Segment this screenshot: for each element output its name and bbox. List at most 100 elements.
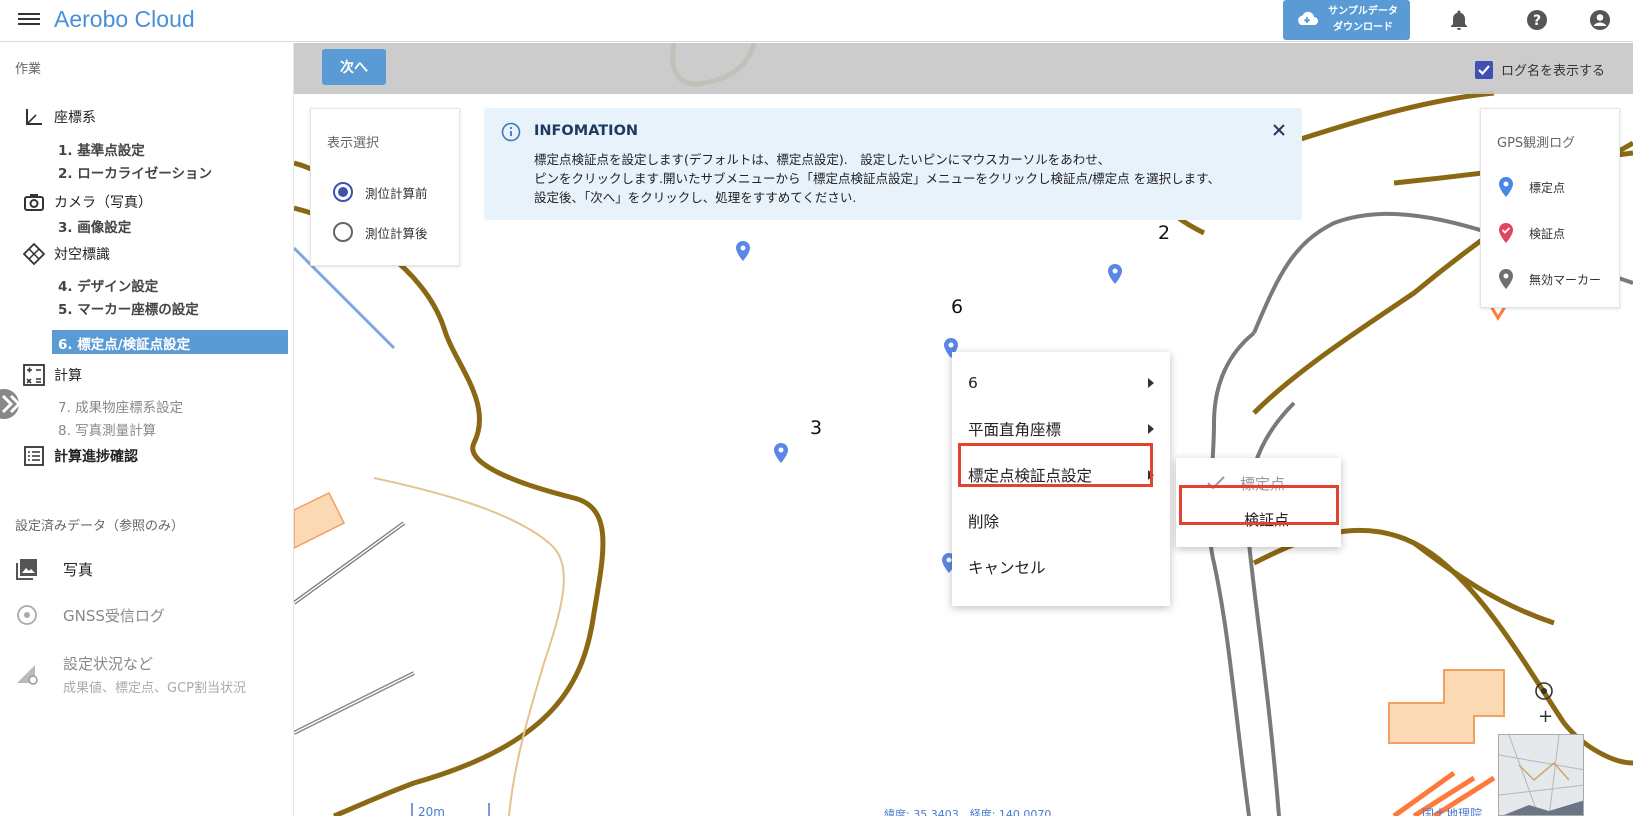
sidebar-coord-label: 座標系 — [54, 110, 96, 126]
collapse-double-chevron-icon[interactable] — [0, 388, 30, 420]
info-line-1: 標定点検証点を設定します(デフォルトは、標定点設定). 設定したいピンにマウスカ… — [534, 152, 1111, 167]
radio-before-label: 測位計算前 — [365, 185, 428, 201]
menu-item-cancel[interactable]: キャンセル — [952, 544, 1170, 590]
longitude-readout: 経度: 140.0070 — [969, 808, 1052, 816]
radio-selected-icon — [333, 182, 353, 202]
show-log-name-label: ログ名を表示する — [1501, 64, 1606, 79]
gps-legend-gcp: 標定点 — [1499, 177, 1565, 197]
sidebar-status-label: 設定状況など — [63, 655, 154, 673]
bell-icon[interactable] — [1447, 8, 1471, 32]
sidebar-item-photo[interactable]: 写真 — [15, 557, 93, 581]
pin-label-6: 6 — [951, 296, 964, 318]
info-banner: INFOMATION 標定点検証点を設定します(デフォルトは、標定点設定). 設… — [484, 108, 1302, 220]
menu-item-plane-coords[interactable]: 平面直角座標 — [952, 406, 1170, 452]
sidebar-status-sub: 成果値、標定点、GCP割当状況 — [63, 681, 246, 696]
radio-before-calc[interactable]: 測位計算前 — [333, 182, 428, 202]
chevron-right-icon — [1148, 424, 1154, 434]
minimap[interactable] — [1498, 734, 1584, 816]
info-icon — [501, 122, 521, 142]
hamburger-menu-icon[interactable] — [18, 10, 40, 30]
menu-item-point-name[interactable]: 6 — [952, 360, 1170, 406]
menu-item-delete-label: 削除 — [968, 513, 1000, 531]
sidebar-item-design[interactable]: 4. デザイン設定 — [58, 275, 158, 295]
gps-legend-gcp-label: 標定点 — [1529, 180, 1566, 195]
scale-label: 20m — [418, 805, 445, 816]
gps-legend-invalid-label: 無効マーカー — [1529, 272, 1602, 287]
gps-log-title: GPS観測ログ — [1497, 136, 1576, 151]
submenu: 標定点 検証点 — [1176, 458, 1341, 547]
menu-item-gcp-check-setting[interactable]: 標定点検証点設定 — [952, 452, 1170, 498]
menu-item-cancel-label: キャンセル — [968, 559, 1046, 577]
close-icon[interactable] — [1270, 121, 1288, 139]
sidebar-item-camera[interactable]: カメラ（写真） — [22, 190, 152, 214]
next-button[interactable]: 次へ — [322, 49, 386, 85]
gps-legend-invalid: 無効マーカー — [1499, 269, 1601, 289]
sidebar-item-base-point[interactable]: 1. 基準点設定 — [58, 139, 145, 159]
gray-pin-icon — [1499, 269, 1513, 289]
sample-data-download-button[interactable]: サンプルデータ ダウンロード — [1283, 0, 1410, 40]
lat-label: 緯度: 35.3403 経度: 140.0070 — [884, 806, 1051, 816]
show-log-name-checkbox[interactable]: ログ名を表示する — [1475, 60, 1605, 79]
map-canvas[interactable]: 次へ ログ名を表示する 1 2 6 3 表示選択 測位計算前 測位計算後 INF… — [294, 43, 1633, 816]
radio-unselected-icon — [333, 222, 353, 242]
sidebar-item-marker-coords[interactable]: 5. マーカー座標の設定 — [58, 298, 199, 318]
sidebar-progress-label: 計算進捗確認 — [54, 449, 138, 465]
sidebar-item-localization[interactable]: 2. ローカライゼーション — [58, 162, 212, 182]
svg-text:?: ? — [1533, 13, 1541, 29]
sidebar-item-status[interactable]: 設定状況など 成果値、標定点、GCP割当状況 — [15, 653, 246, 696]
help-icon[interactable]: ? — [1525, 8, 1549, 32]
sidebar-camera-label: カメラ（写真） — [54, 195, 152, 211]
chevron-right-icon — [1148, 470, 1154, 480]
signal-settings-icon — [15, 661, 39, 685]
pin-label-2: 2 — [1158, 222, 1171, 244]
pin-label-3: 3 — [810, 417, 823, 439]
submenu-gcp-label: 標定点 — [1240, 474, 1286, 493]
diamond-grid-icon — [22, 242, 46, 266]
section-reference: 設定済みデータ（参照のみ） — [15, 519, 185, 534]
chevron-right-icon — [1148, 378, 1154, 388]
sidebar-item-image-settings[interactable]: 3. 画像設定 — [58, 216, 131, 236]
sample-label-2: ダウンロード — [1333, 22, 1393, 33]
zoom-in-button[interactable]: + — [1538, 706, 1553, 727]
pin-2-marker-icon[interactable] — [1108, 264, 1122, 284]
sidebar-item-output-coord[interactable]: 7. 成果物座標系設定 — [58, 396, 183, 416]
sidebar-item-progress[interactable]: 計算進捗確認 — [22, 444, 138, 468]
info-line-3: 設定後、「次へ」をクリックし、処理をすすめてください. — [534, 190, 857, 205]
account-icon[interactable] — [1588, 8, 1612, 32]
gps-legend-check-label: 検証点 — [1529, 226, 1566, 241]
pin-3-marker-icon[interactable] — [774, 443, 788, 463]
submenu-check-label: 検証点 — [1244, 510, 1290, 529]
context-menu: 6 平面直角座標 標定点検証点設定 削除 キャンセル — [952, 352, 1170, 606]
sidebar-item-calc[interactable]: 計算 — [22, 363, 82, 387]
sidebar-item-gcp-check[interactable]: 6. 標定点/検証点設定 — [52, 330, 288, 354]
locate-icon[interactable] — [1534, 681, 1554, 701]
pin-1-marker-icon[interactable] — [736, 241, 750, 261]
info-line-2: ピンをクリックします.開いたサブメニューから「標定点検証点設定」メニューをクリッ… — [534, 171, 1221, 186]
gps-log-panel: GPS観測ログ 標定点 検証点 無効マーカー — [1480, 108, 1620, 308]
blue-pin-icon — [1499, 177, 1513, 197]
menu-item-gcp-check-label: 標定点検証点設定 — [968, 467, 1093, 485]
sidebar-item-marker[interactable]: 対空標識 — [22, 242, 110, 266]
axis-icon — [22, 105, 46, 129]
info-title: INFOMATION — [534, 123, 639, 139]
radio-after-label: 測位計算後 — [365, 225, 428, 241]
sidebar-gnss-label: GNSS受信ログ — [63, 606, 165, 625]
top-app-bar: Aerobo Cloud サンプルデータ ダウンロード ? — [0, 0, 1633, 42]
section-work: 作業 — [15, 62, 42, 77]
app-title[interactable]: Aerobo Cloud — [54, 6, 195, 33]
menu-item-delete[interactable]: 削除 — [952, 498, 1170, 544]
gps-legend-check: 検証点 — [1499, 223, 1565, 243]
cloud-download-icon — [1298, 11, 1318, 25]
map-attribution[interactable]: 国土地理院 — [1422, 805, 1482, 816]
sidebar-photo-label: 写真 — [63, 560, 94, 579]
sidebar: 作業 座標系 1. 基準点設定 2. ローカライゼーション カメラ（写真） 3.… — [0, 43, 294, 816]
sidebar-item-gnss[interactable]: GNSS受信ログ — [15, 603, 165, 627]
sidebar-item-photogrammetry[interactable]: 8. 写真測量計算 — [58, 419, 156, 439]
submenu-item-check[interactable]: 検証点 — [1176, 498, 1341, 540]
sidebar-calc-label: 計算 — [54, 368, 82, 384]
sample-label-1: サンプルデータ — [1328, 6, 1398, 17]
calculator-icon — [22, 363, 46, 387]
radio-after-calc[interactable]: 測位計算後 — [333, 222, 428, 242]
camera-icon — [22, 190, 46, 214]
sidebar-item-coord[interactable]: 座標系 — [22, 105, 96, 129]
